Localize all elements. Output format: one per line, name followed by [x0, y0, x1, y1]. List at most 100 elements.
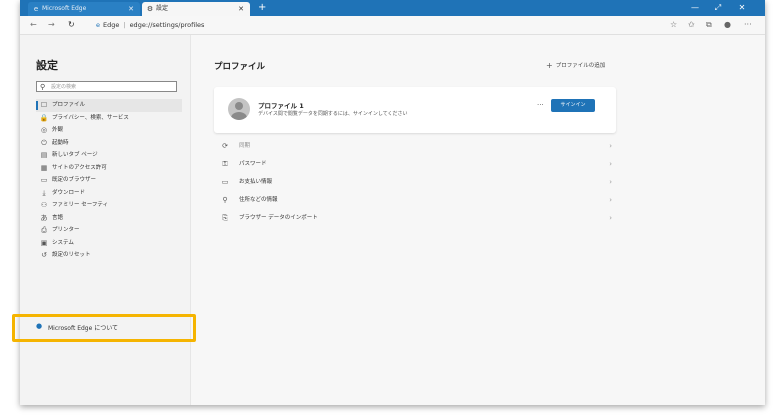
- profile-avatar-icon[interactable]: ●: [724, 16, 731, 34]
- sidebar-title: 設定: [36, 59, 58, 72]
- browser-window: e Microsoft Edge ✕ ⚙ 設定 ✕ + — ⤢ ✕ ← → ↻ …: [20, 0, 765, 405]
- family-icon: ⚇: [40, 201, 48, 209]
- chevron-right-icon: ›: [609, 196, 612, 204]
- sidebar-item-label: プリンター: [52, 227, 80, 233]
- sidebar-item-label: 外観: [52, 127, 64, 133]
- import-icon: ⎘: [222, 214, 228, 222]
- sidebar-item-label: ダウンロード: [52, 189, 86, 196]
- sidebar-item-label: 設定のリセット: [52, 252, 91, 258]
- key-icon: ⚿: [222, 160, 228, 168]
- section-row[interactable]: ⎘ ブラウザー データのインポート ›: [214, 211, 616, 225]
- page-title: プロファイル: [214, 62, 266, 72]
- sidebar-menu: ☐ プロファイル 🔒 プライバシー、検索、サービス ◎ 外観 ⏻ 起動時 ▤ 新しいタブ ページ ▦…: [36, 99, 186, 262]
- highlight-box: [12, 314, 196, 342]
- chevron-right-icon: ›: [609, 214, 612, 222]
- section-row[interactable]: ⚲ 住所などの情報 ›: [214, 193, 616, 207]
- favorite-star-icon[interactable]: ☆: [670, 16, 677, 34]
- sidebar-item-label: 新しいタブ ページ: [52, 152, 98, 158]
- close-tab-icon[interactable]: ✕: [128, 2, 134, 16]
- url-text: edge://settings/profiles: [129, 21, 205, 29]
- section-label: パスワード: [239, 161, 267, 167]
- lock-icon: 🔒: [39, 113, 49, 122]
- tab-label: 設定: [156, 5, 169, 12]
- printer-icon: ⎙: [41, 226, 47, 234]
- sidebar-item[interactable]: ▤ 新しいタブ ページ: [36, 149, 186, 162]
- settings-main: プロファイル + プロファイルの追加 プロファイル 1 デバイス間で閲覧データを同…: [191, 35, 765, 405]
- tab-label: Microsoft Edge: [42, 5, 87, 12]
- forward-icon[interactable]: →: [48, 16, 55, 34]
- sidebar-item[interactable]: ⚇ ファミリー セーフティ: [36, 199, 186, 212]
- minimize-button[interactable]: —: [685, 0, 705, 16]
- sidebar-item[interactable]: ▣ システム: [36, 237, 186, 250]
- chevron-right-icon: ›: [609, 160, 612, 168]
- back-icon[interactable]: ←: [30, 16, 37, 34]
- url-separator: |: [123, 21, 126, 29]
- new-tab-button[interactable]: +: [258, 0, 266, 16]
- more-icon[interactable]: ···: [744, 16, 752, 34]
- collections-icon[interactable]: ⧉: [706, 16, 712, 34]
- reset-icon: ↺: [41, 251, 47, 259]
- download-icon: ⤓: [42, 188, 46, 197]
- edge-logo-icon: e: [96, 21, 100, 29]
- sidebar-item[interactable]: ↺ 設定のリセット: [36, 249, 186, 262]
- sidebar-item-label: 既定のブラウザー: [52, 177, 97, 183]
- gear-icon: ⚙: [146, 5, 154, 13]
- add-profile-button[interactable]: + プロファイルの追加: [546, 61, 605, 70]
- signin-button[interactable]: サインイン: [551, 99, 595, 112]
- section-label: お支払い情報: [239, 179, 273, 185]
- browser-icon: ▭: [40, 176, 48, 184]
- profile-icon: ☐: [40, 101, 48, 109]
- avatar: [228, 98, 250, 120]
- section-row[interactable]: ⚿ パスワード ›: [214, 157, 616, 171]
- sync-icon: ⟳: [222, 142, 228, 150]
- close-tab-icon[interactable]: ✕: [238, 2, 244, 16]
- newtab-icon: ▤: [40, 151, 48, 159]
- sidebar-item-label: サイトのアクセス許可: [52, 164, 107, 171]
- avatar-head: [235, 102, 243, 110]
- search-icon: ⚲: [40, 83, 46, 91]
- favorites-icon[interactable]: ✩: [688, 16, 695, 34]
- sidebar-item[interactable]: あ言語: [36, 212, 186, 225]
- close-window-button[interactable]: ✕: [732, 0, 752, 16]
- profile-description: デバイス間で閲覧データを同期するには、サインインしてください: [258, 111, 408, 117]
- sidebar-item[interactable]: ◎ 外観: [36, 124, 186, 137]
- sidebar-item[interactable]: ▭ 既定のブラウザー: [36, 174, 186, 187]
- sidebar-item[interactable]: ▦ サイトのアクセス許可: [36, 162, 186, 175]
- sidebar-item[interactable]: ⏻ 起動時: [36, 137, 186, 150]
- url-field[interactable]: e Edge | edge://settings/profiles: [96, 19, 204, 31]
- sidebar-item-label: ファミリー セーフティ: [52, 202, 109, 208]
- section-label: ブラウザー データのインポート: [239, 215, 318, 221]
- tab-microsoft-edge[interactable]: e Microsoft Edge ✕: [28, 2, 140, 16]
- sidebar-item[interactable]: ⤓ ダウンロード: [36, 187, 186, 200]
- sidebar-item-label: 言語: [52, 214, 64, 221]
- profile-more-button[interactable]: ···: [537, 101, 544, 109]
- sidebar-item[interactable]: ☐ プロファイル: [36, 99, 182, 112]
- profile-name: プロファイル 1: [258, 102, 304, 110]
- sidebar-item-label: システム: [52, 239, 74, 246]
- refresh-icon[interactable]: ↻: [68, 16, 75, 34]
- section-row[interactable]: ▭ お支払い情報 ›: [214, 175, 616, 189]
- tab-bar: e Microsoft Edge ✕ ⚙ 設定 ✕ + — ⤢ ✕: [20, 0, 765, 16]
- sidebar-item-label: プロファイル: [52, 102, 86, 108]
- card-icon: ▭: [221, 178, 229, 186]
- section-label: 住所などの情報: [239, 197, 278, 203]
- settings-search-input[interactable]: ⚲ 設定の検索: [36, 81, 177, 92]
- avatar-body: [231, 112, 247, 120]
- section-row[interactable]: ⟳ 同期 ›: [214, 139, 616, 153]
- sidebar-item-label: 起動時: [52, 139, 69, 146]
- address-bar: ← → ↻ e Edge | edge://settings/profiles ☆ ✩…: [20, 16, 765, 35]
- system-icon: ▣: [40, 238, 48, 247]
- sidebar-item-label: プライバシー、検索、サービス: [52, 114, 129, 121]
- sidebar-item[interactable]: ⎙ プリンター: [36, 224, 186, 237]
- plus-icon: +: [546, 61, 553, 70]
- site-permissions-icon: ▦: [40, 163, 48, 172]
- sidebar-item[interactable]: 🔒 プライバシー、検索、サービス: [36, 112, 186, 125]
- tab-settings[interactable]: ⚙ 設定 ✕: [142, 2, 250, 16]
- chevron-right-icon: ›: [609, 142, 612, 150]
- add-profile-label: プロファイルの追加: [555, 63, 606, 69]
- chevron-right-icon: ›: [609, 178, 612, 186]
- profile-card: プロファイル 1 デバイス間で閲覧データを同期するには、サインインしてください …: [214, 87, 616, 133]
- site-label: Edge: [103, 21, 120, 29]
- language-icon: あ: [40, 213, 48, 222]
- maximize-button[interactable]: ⤢: [708, 0, 728, 16]
